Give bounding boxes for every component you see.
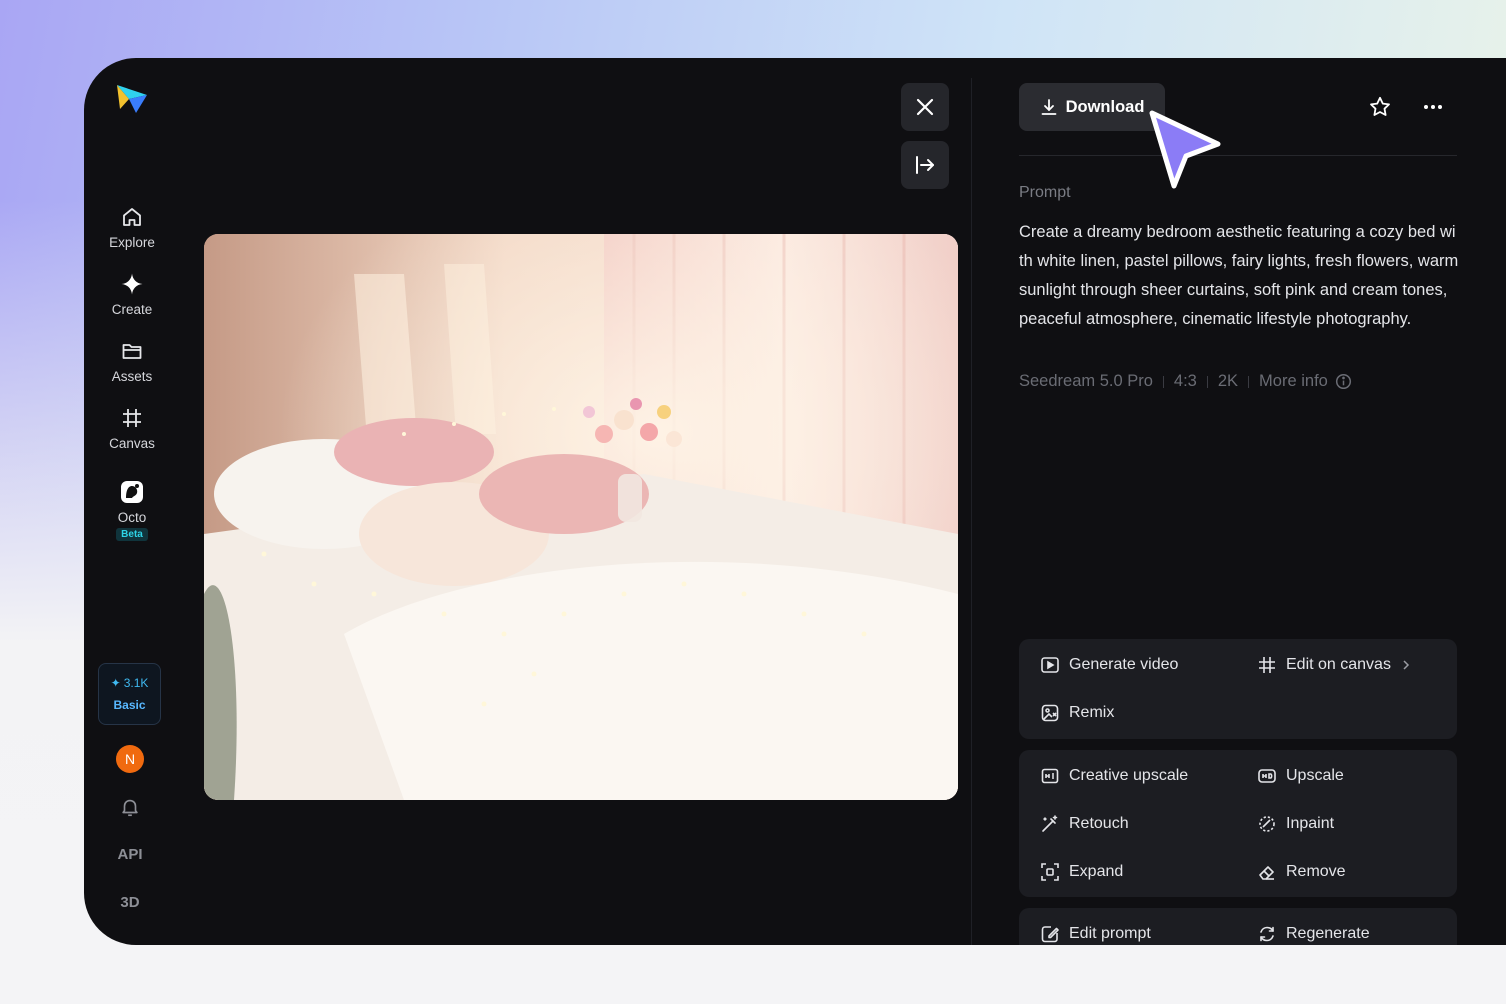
sidebar-item-explore[interactable]: Explore bbox=[84, 205, 180, 250]
sidebar-item-assets[interactable]: Assets bbox=[84, 339, 180, 384]
avatar[interactable]: N bbox=[116, 745, 144, 773]
prompt-label: Prompt bbox=[1019, 184, 1071, 201]
panel-divider bbox=[971, 78, 972, 945]
sidebar-item-canvas[interactable]: Canvas bbox=[84, 406, 180, 451]
download-label: Download bbox=[1065, 97, 1145, 116]
prompt-text: Create a dreamy bedroom aesthetic featur… bbox=[1019, 223, 1459, 328]
mouse-pointer-icon bbox=[1149, 110, 1221, 189]
creative-upscale-button[interactable]: Creative upscale bbox=[1040, 766, 1188, 786]
bedroom-image bbox=[204, 234, 958, 800]
credits-plan-button[interactable]: ✦ 3.1K Basic bbox=[98, 663, 161, 725]
sidebar-item-label: Explore bbox=[109, 235, 155, 250]
inpaint-button[interactable]: Inpaint bbox=[1257, 814, 1334, 834]
creative-upscale-icon bbox=[1041, 768, 1059, 784]
app-window: Explore Create Assets Canvas Octo Beta ✦… bbox=[84, 58, 1506, 945]
hd-icon bbox=[1258, 769, 1276, 783]
sidebar: Explore Create Assets Canvas Octo Beta ✦… bbox=[84, 58, 180, 945]
download-button[interactable]: Download bbox=[1019, 83, 1165, 131]
edit-on-canvas-button[interactable]: Edit on canvas bbox=[1257, 655, 1412, 675]
close-icon bbox=[916, 98, 934, 116]
image-meta: Seedream 5.0 Pro 4:3 2K More info bbox=[1019, 372, 1352, 391]
actions-card-edit: Creative upscale Upscale Retouch Inpaint… bbox=[1019, 750, 1457, 897]
home-icon bbox=[123, 208, 141, 226]
sidebar-item-label: Canvas bbox=[109, 436, 155, 451]
credits-amount: ✦ 3.1K bbox=[110, 676, 149, 690]
octo-icon bbox=[121, 481, 143, 503]
meta-separator bbox=[1162, 375, 1164, 388]
header-divider bbox=[1019, 155, 1457, 156]
upscale-button[interactable]: Upscale bbox=[1257, 766, 1344, 786]
generate-video-button[interactable]: Generate video bbox=[1040, 655, 1178, 675]
expand-icon bbox=[1041, 863, 1059, 881]
aspect-ratio: 4:3 bbox=[1173, 372, 1197, 390]
regenerate-icon bbox=[1260, 926, 1274, 942]
inpaint-icon bbox=[1259, 816, 1275, 832]
magic-wand-icon bbox=[1042, 815, 1058, 832]
more-icon[interactable] bbox=[1422, 96, 1444, 118]
folder-icon bbox=[122, 344, 142, 359]
app-logo[interactable] bbox=[114, 83, 150, 115]
chevron-right-icon bbox=[1403, 660, 1410, 670]
beta-badge: Beta bbox=[116, 528, 148, 541]
close-button[interactable] bbox=[901, 83, 949, 131]
edit-prompt-button[interactable]: Edit prompt bbox=[1040, 924, 1151, 944]
generated-image[interactable] bbox=[204, 234, 958, 800]
remix-button[interactable]: Remix bbox=[1040, 703, 1114, 723]
star-icon[interactable] bbox=[1368, 95, 1392, 119]
plan-label: Basic bbox=[113, 698, 146, 712]
sidebar-item-label: Assets bbox=[111, 369, 153, 384]
model-name: Seedream 5.0 Pro bbox=[1019, 372, 1153, 390]
crop-grid-icon bbox=[123, 409, 141, 427]
video-play-icon bbox=[1041, 657, 1059, 673]
actions-card-create: Generate video Edit on canvas Remix bbox=[1019, 639, 1457, 739]
sidebar-item-octo[interactable]: Octo Beta bbox=[84, 480, 180, 541]
collapse-panel-button[interactable] bbox=[901, 141, 949, 189]
eraser-icon bbox=[1259, 866, 1274, 880]
api-link[interactable]: API bbox=[84, 846, 176, 863]
actions-card-prompt: Edit prompt Regenerate bbox=[1019, 908, 1457, 945]
sparkle-small-icon: ✦ bbox=[110, 676, 121, 690]
collapse-panel-icon bbox=[916, 156, 934, 174]
sidebar-item-create[interactable]: Create bbox=[84, 272, 180, 317]
meta-separator bbox=[1206, 375, 1208, 388]
bell-icon[interactable] bbox=[119, 796, 141, 818]
remove-button[interactable]: Remove bbox=[1257, 862, 1346, 882]
sidebar-item-label: Create bbox=[111, 302, 153, 317]
crop-grid-icon bbox=[1259, 657, 1275, 673]
image-remix-icon bbox=[1041, 704, 1059, 722]
meta-separator bbox=[1248, 375, 1250, 388]
3d-link[interactable]: 3D bbox=[84, 894, 176, 911]
resolution: 2K bbox=[1217, 372, 1239, 390]
expand-button[interactable]: Expand bbox=[1040, 862, 1123, 882]
sidebar-item-label: Octo bbox=[117, 510, 147, 525]
info-icon bbox=[1335, 373, 1351, 390]
download-icon bbox=[1041, 99, 1056, 115]
regenerate-button[interactable]: Regenerate bbox=[1257, 924, 1370, 944]
more-info-link[interactable]: More info bbox=[1259, 372, 1352, 391]
sparkle-icon bbox=[121, 273, 143, 295]
edit-prompt-icon bbox=[1041, 926, 1059, 943]
retouch-button[interactable]: Retouch bbox=[1040, 814, 1129, 834]
